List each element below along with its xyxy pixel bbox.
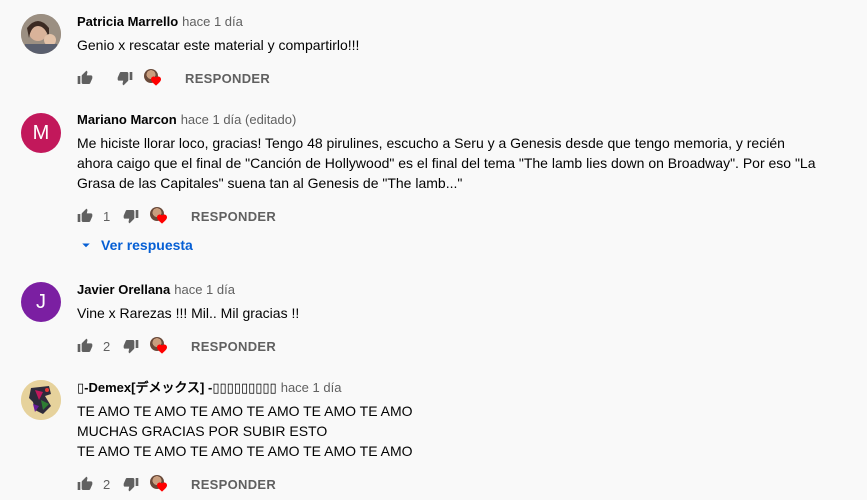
author-name[interactable]: Mariano Marcon: [77, 112, 177, 127]
author-name[interactable]: Patricia Marrello: [77, 14, 178, 29]
comment-text: TE AMO TE AMO TE AMO TE AMO TE AMO TE AM…: [77, 401, 847, 461]
comment-timestamp[interactable]: hace 1 día: [182, 14, 243, 29]
reply-button[interactable]: RESPONDER: [191, 477, 276, 492]
like-count: 2: [103, 338, 111, 354]
comment-line: Grasa de las Capitales" suena tan al Gen…: [77, 175, 463, 191]
creator-heart-icon: [144, 69, 162, 87]
thumb-down-icon[interactable]: [123, 338, 139, 354]
comment-header: Mariano Marcon hace 1 día (editado): [77, 111, 296, 129]
comment-line: Vine x Rarezas !!! Mil.. Mil gracias !!: [77, 305, 300, 321]
comment-actions: 1 RESPONDER: [77, 206, 276, 226]
comment-line: Me hiciste llorar loco, gracias! Tengo 4…: [77, 135, 785, 151]
comment-timestamp[interactable]: hace 1 día: [281, 380, 342, 395]
avatar[interactable]: [21, 14, 61, 54]
avatar-letter: J: [36, 290, 46, 313]
comment-line: Genio x rescatar este material y compart…: [77, 37, 360, 53]
avatar-letter: M: [32, 121, 50, 144]
comment-header: ▯-Demex[デメックス] -▯▯▯▯▯▯▯▯▯ hace 1 día: [77, 379, 341, 397]
reply-button[interactable]: RESPONDER: [185, 71, 270, 86]
caret-down-icon: [82, 243, 90, 248]
author-name[interactable]: ▯-Demex[デメックス] -▯▯▯▯▯▯▯▯▯: [77, 380, 277, 395]
view-replies-button[interactable]: Ver respuesta: [77, 236, 193, 254]
comment-text: Me hiciste llorar loco, gracias! Tengo 4…: [77, 133, 847, 193]
thumb-up-icon[interactable]: [77, 208, 93, 224]
reply-button[interactable]: RESPONDER: [191, 339, 276, 354]
comment-text: Vine x Rarezas !!! Mil.. Mil gracias !!: [77, 303, 847, 323]
reply-button[interactable]: RESPONDER: [191, 209, 276, 224]
avatar-character-icon: [21, 380, 61, 420]
comment-timestamp[interactable]: hace 1 día: [174, 282, 235, 297]
like-count: 2: [103, 476, 111, 492]
thumb-down-icon[interactable]: [123, 476, 139, 492]
like-count: 1: [103, 208, 111, 224]
avatar[interactable]: [21, 380, 61, 420]
thumb-down-icon[interactable]: [123, 208, 139, 224]
comment-text: Genio x rescatar este material y compart…: [77, 35, 847, 55]
avatar-photo-icon: [21, 14, 61, 54]
comment-line: MUCHAS GRACIAS POR SUBIR ESTO: [77, 423, 328, 439]
comment-line: TE AMO TE AMO TE AMO TE AMO TE AMO TE AM…: [77, 403, 413, 419]
comment-actions: 2 RESPONDER: [77, 336, 276, 356]
creator-heart-icon: [150, 207, 168, 225]
comment-line: ahora caigo que el final de "Canción de …: [77, 155, 816, 171]
thumb-up-icon[interactable]: [77, 476, 93, 492]
creator-heart-icon: [150, 475, 168, 493]
comment-actions: 2 RESPONDER: [77, 474, 276, 494]
comment-actions: RESPONDER: [77, 68, 270, 88]
thumb-up-icon[interactable]: [77, 338, 93, 354]
comment-header: Patricia Marrello hace 1 día: [77, 13, 243, 31]
thumb-down-icon[interactable]: [117, 70, 133, 86]
comment-header: Javier Orellana hace 1 día: [77, 281, 235, 299]
author-name[interactable]: Javier Orellana: [77, 282, 170, 297]
thumb-up-icon[interactable]: [77, 70, 93, 86]
view-replies-label: Ver respuesta: [101, 237, 193, 253]
avatar[interactable]: M: [21, 113, 61, 153]
avatar[interactable]: J: [21, 282, 61, 322]
creator-heart-icon: [150, 337, 168, 355]
comment-line: TE AMO TE AMO TE AMO TE AMO TE AMO TE AM…: [77, 443, 413, 459]
comment-timestamp[interactable]: hace 1 día (editado): [181, 112, 297, 127]
